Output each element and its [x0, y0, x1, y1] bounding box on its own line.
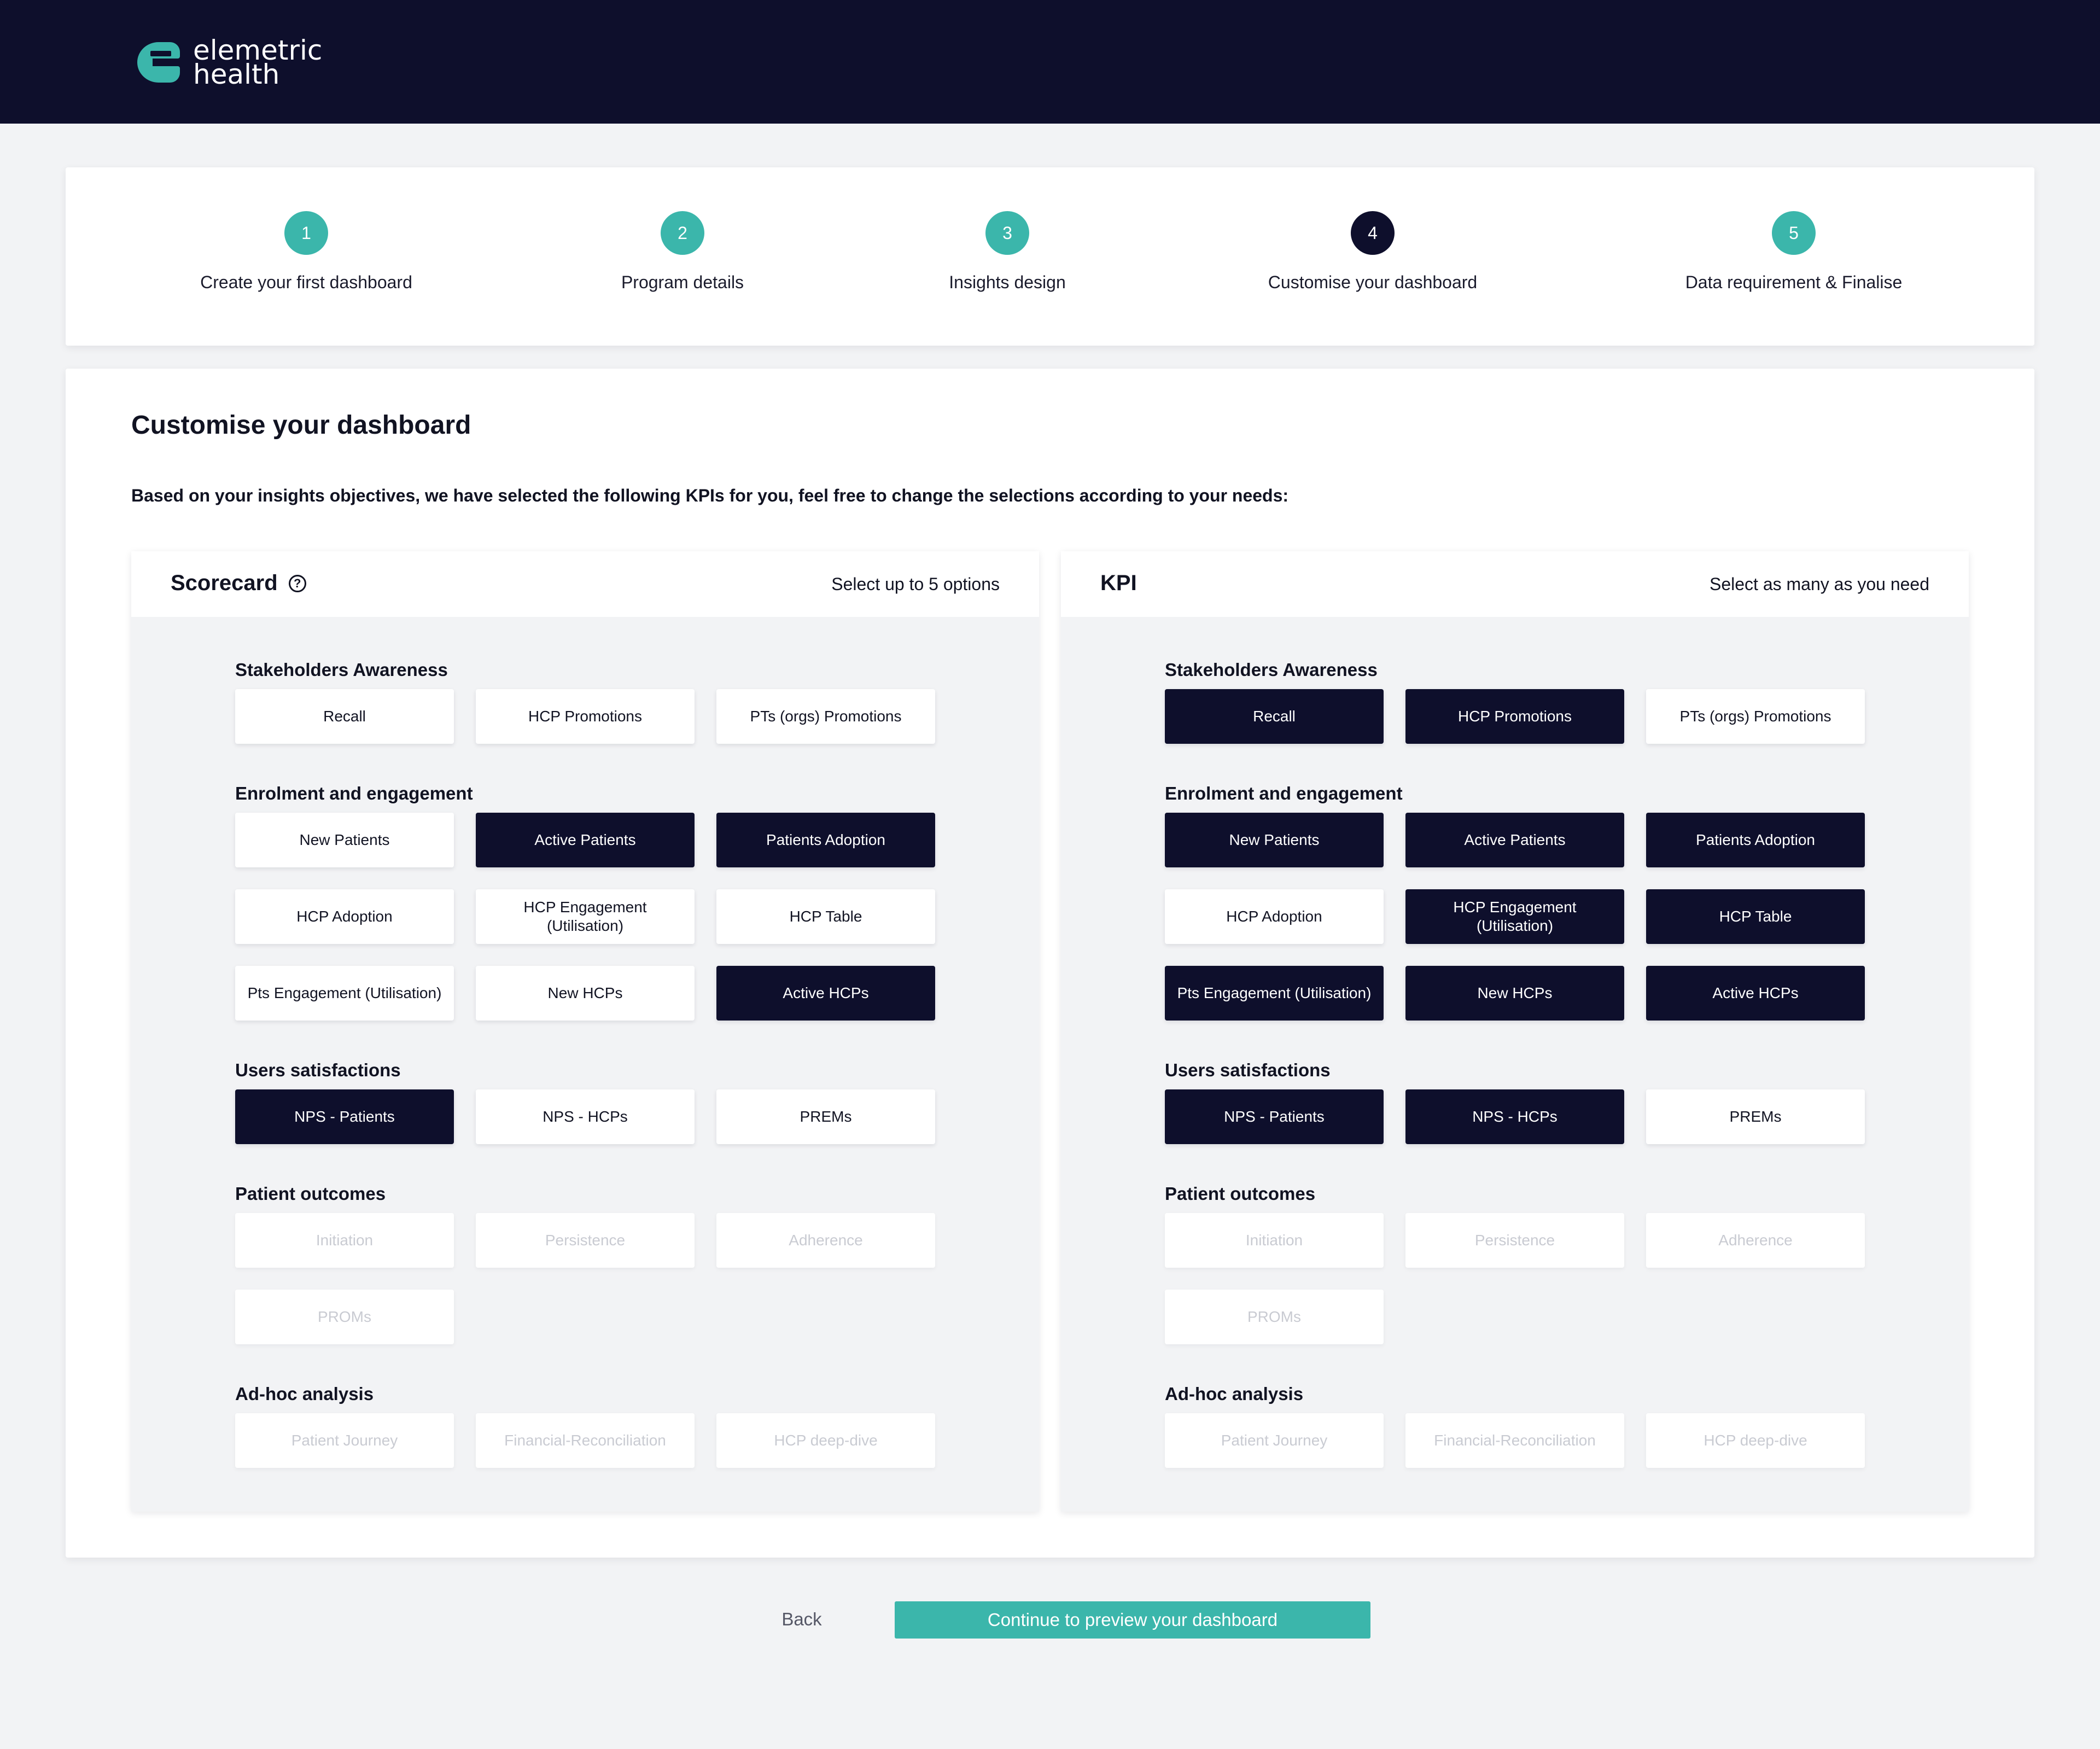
elemetric-logo-icon: [137, 42, 180, 83]
kpi-header: KPI Select as many as you need: [1061, 551, 1969, 617]
kpi-option-pts-orgs-promotions[interactable]: PTs (orgs) Promotions: [1646, 689, 1865, 744]
scorecard-option-initiation: Initiation: [235, 1213, 454, 1268]
scorecard-option-persistence: Persistence: [476, 1213, 695, 1268]
scorecard-option-hcp-promotions[interactable]: HCP Promotions: [476, 689, 695, 744]
kpi-option-prems[interactable]: PREMs: [1646, 1089, 1865, 1144]
scorecard-option-adherence: Adherence: [716, 1213, 935, 1268]
scorecard-option-nps-hcps[interactable]: NPS - HCPs: [476, 1089, 695, 1144]
kpi-option-adherence: Adherence: [1646, 1213, 1865, 1268]
intro-text: Based on your insights objectives, we ha…: [131, 486, 1289, 505]
kpi-option-new-hcps[interactable]: New HCPs: [1405, 966, 1624, 1021]
customise-dashboard-card: Customise your dashboard Based on your i…: [66, 369, 2034, 1558]
page-title: Customise your dashboard: [131, 411, 471, 440]
kpi-title: KPI: [1100, 571, 1137, 595]
scorecard-option-active-patients[interactable]: Active Patients: [476, 813, 695, 867]
scorecard-group-title-users-satisfactions: Users satisfactions: [235, 1060, 401, 1080]
step-4-current[interactable]: 4 Customise your dashboard: [1209, 211, 1537, 293]
step-3-label: Insights design: [949, 272, 1066, 292]
brand-wordmark: elemetric health: [193, 37, 322, 88]
step-2[interactable]: 2 Program details: [518, 211, 847, 293]
scorecard-option-patient-journey: Patient Journey: [235, 1413, 454, 1468]
scorecard-group-title-enrolment-and-engagement: Enrolment and engagement: [235, 783, 473, 803]
scorecard-panel: Scorecard ? Select up to 5 options Stake…: [131, 551, 1039, 1512]
scorecard-title: Scorecard: [171, 571, 278, 595]
step-3[interactable]: 3 Insights design: [843, 211, 1171, 293]
step-5[interactable]: 5 Data requirement & Finalise: [1630, 211, 1958, 293]
step-4-label: Customise your dashboard: [1268, 272, 1478, 292]
scorecard-option-nps-patients[interactable]: NPS - Patients: [235, 1089, 454, 1144]
kpi-option-pts-engagement-utilisation[interactable]: Pts Engagement (Utilisation): [1165, 966, 1384, 1021]
kpi-option-hcp-promotions[interactable]: HCP Promotions: [1405, 689, 1624, 744]
kpi-option-hcp-table[interactable]: HCP Table: [1646, 889, 1865, 944]
scorecard-option-hcp-deep-dive: HCP deep-dive: [716, 1413, 935, 1468]
kpi-group-title-patient-outcomes: Patient outcomes: [1165, 1184, 1316, 1204]
kpi-option-financial-reconciliation: Financial-Reconciliation: [1405, 1413, 1624, 1468]
step-2-label: Program details: [621, 272, 744, 292]
scorecard-option-prems[interactable]: PREMs: [716, 1089, 935, 1144]
kpi-option-nps-patients[interactable]: NPS - Patients: [1165, 1089, 1384, 1144]
kpi-option-initiation: Initiation: [1165, 1213, 1384, 1268]
top-bar: elemetric health: [0, 0, 2100, 124]
kpi-group-title-enrolment-and-engagement: Enrolment and engagement: [1165, 783, 1403, 803]
step-5-number: 5: [1772, 211, 1816, 255]
scorecard-group-title-stakeholders-awareness: Stakeholders Awareness: [235, 660, 448, 680]
kpi-panel: KPI Select as many as you need Stakehold…: [1061, 551, 1969, 1512]
scorecard-header: Scorecard ? Select up to 5 options: [131, 551, 1039, 617]
scorecard-option-recall[interactable]: Recall: [235, 689, 454, 744]
kpi-option-hcp-deep-dive: HCP deep-dive: [1646, 1413, 1865, 1468]
kpi-title-wrap: KPI: [1100, 571, 1137, 596]
scorecard-title-wrap: Scorecard ?: [171, 571, 306, 596]
kpi-option-hcp-engagement-utilisation[interactable]: HCP Engagement (Utilisation): [1405, 889, 1624, 944]
scorecard-group-title-ad-hoc-analysis: Ad-hoc analysis: [235, 1384, 374, 1404]
kpi-option-new-patients[interactable]: New Patients: [1165, 813, 1384, 867]
elemetric-health-logo[interactable]: elemetric health: [134, 37, 322, 88]
scorecard-option-pts-orgs-promotions[interactable]: PTs (orgs) Promotions: [716, 689, 935, 744]
scorecard-group-title-patient-outcomes: Patient outcomes: [235, 1184, 386, 1204]
step-1-number: 1: [284, 211, 328, 255]
kpi-option-proms: PROMs: [1165, 1290, 1384, 1344]
scorecard-option-hcp-adoption[interactable]: HCP Adoption: [235, 889, 454, 944]
progress-stepper: 1 Create your first dashboard 2 Program …: [66, 167, 2034, 346]
kpi-group-title-ad-hoc-analysis: Ad-hoc analysis: [1165, 1384, 1304, 1404]
scorecard-hint: Select up to 5 options: [831, 574, 1000, 594]
kpi-option-persistence: Persistence: [1405, 1213, 1624, 1268]
kpi-option-patients-adoption[interactable]: Patients Adoption: [1646, 813, 1865, 867]
back-button[interactable]: Back: [747, 1600, 856, 1639]
kpi-option-recall[interactable]: Recall: [1165, 689, 1384, 744]
step-1[interactable]: 1 Create your first dashboard: [142, 211, 470, 293]
scorecard-option-active-hcps[interactable]: Active HCPs: [716, 966, 935, 1021]
scorecard-option-hcp-table[interactable]: HCP Table: [716, 889, 935, 944]
kpi-option-patient-journey: Patient Journey: [1165, 1413, 1384, 1468]
scorecard-option-pts-engagement-utilisation[interactable]: Pts Engagement (Utilisation): [235, 966, 454, 1021]
kpi-group-title-stakeholders-awareness: Stakeholders Awareness: [1165, 660, 1378, 680]
scorecard-option-patients-adoption[interactable]: Patients Adoption: [716, 813, 935, 867]
continue-button[interactable]: Continue to preview your dashboard: [895, 1601, 1370, 1639]
step-5-label: Data requirement & Finalise: [1685, 272, 1903, 292]
step-3-number: 3: [985, 211, 1029, 255]
step-2-number: 2: [661, 211, 704, 255]
step-4-number: 4: [1351, 211, 1395, 255]
scorecard-option-proms: PROMs: [235, 1290, 454, 1344]
scorecard-option-new-hcps[interactable]: New HCPs: [476, 966, 695, 1021]
question-circle-icon[interactable]: ?: [288, 574, 306, 592]
kpi-group-title-users-satisfactions: Users satisfactions: [1165, 1060, 1331, 1080]
kpi-hint: Select as many as you need: [1709, 574, 1929, 594]
scorecard-option-hcp-engagement-utilisation[interactable]: HCP Engagement (Utilisation): [476, 889, 695, 944]
step-1-label: Create your first dashboard: [200, 272, 412, 292]
scorecard-option-financial-reconciliation: Financial-Reconciliation: [476, 1413, 695, 1468]
kpi-option-active-hcps[interactable]: Active HCPs: [1646, 966, 1865, 1021]
scorecard-option-new-patients[interactable]: New Patients: [235, 813, 454, 867]
kpi-option-active-patients[interactable]: Active Patients: [1405, 813, 1624, 867]
kpi-option-nps-hcps[interactable]: NPS - HCPs: [1405, 1089, 1624, 1144]
kpi-option-hcp-adoption[interactable]: HCP Adoption: [1165, 889, 1384, 944]
